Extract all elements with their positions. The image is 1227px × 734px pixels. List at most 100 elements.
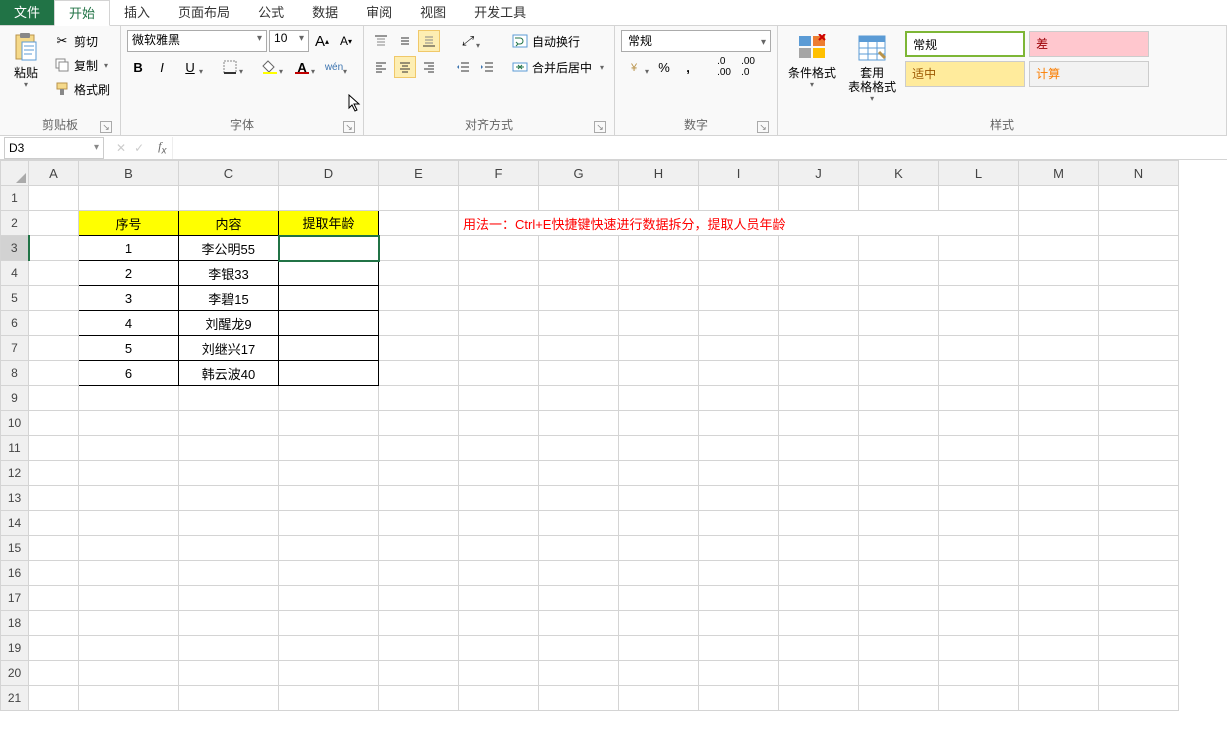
col-header-K[interactable]: K [859, 161, 939, 186]
cell-B5[interactable]: 3 [79, 286, 179, 311]
tab-file[interactable]: 文件 [0, 0, 54, 25]
orientation-button[interactable]: ⤢ [452, 30, 482, 52]
tab-layout[interactable]: 页面布局 [164, 0, 244, 25]
cell-D2[interactable]: 提取年龄 [279, 211, 379, 236]
row-header[interactable]: 20 [1, 661, 29, 686]
align-center-button[interactable] [394, 56, 416, 78]
cell-C4[interactable]: 李银33 [179, 261, 279, 286]
tab-data[interactable]: 数据 [298, 0, 352, 25]
align-right-button[interactable] [418, 56, 440, 78]
increase-font-button[interactable]: A▴ [311, 30, 333, 52]
tab-home[interactable]: 开始 [54, 0, 110, 26]
col-header-H[interactable]: H [619, 161, 699, 186]
row-header[interactable]: 21 [1, 686, 29, 711]
font-dialog-launcher[interactable]: ↘ [343, 121, 355, 133]
decrease-font-button[interactable]: A▾ [335, 30, 357, 52]
tab-view[interactable]: 视图 [406, 0, 460, 25]
decrease-decimal-button[interactable]: .00.0 [737, 56, 759, 78]
font-size-select[interactable]: 10 [269, 30, 309, 52]
row-header[interactable]: 3 [1, 236, 29, 261]
cut-button[interactable]: ✂ 剪切 [50, 30, 114, 52]
tab-insert[interactable]: 插入 [110, 0, 164, 25]
row-header[interactable]: 5 [1, 286, 29, 311]
cell-style-good[interactable]: 适中 [905, 61, 1025, 87]
cell-style-normal[interactable]: 常规 [905, 31, 1025, 57]
row-header[interactable]: 14 [1, 511, 29, 536]
border-button[interactable] [215, 56, 245, 78]
cell-C7[interactable]: 刘继兴17 [179, 336, 279, 361]
col-header-A[interactable]: A [29, 161, 79, 186]
row-header[interactable]: 11 [1, 436, 29, 461]
col-header-N[interactable]: N [1099, 161, 1179, 186]
align-dialog-launcher[interactable]: ↘ [594, 121, 606, 133]
format-as-table-button[interactable]: 套用 表格格式▾ [844, 30, 900, 105]
col-header-F[interactable]: F [459, 161, 539, 186]
select-all-corner[interactable] [1, 161, 29, 186]
align-top-button[interactable] [370, 30, 392, 52]
number-dialog-launcher[interactable]: ↘ [757, 121, 769, 133]
row-header[interactable]: 15 [1, 536, 29, 561]
cell-C6[interactable]: 刘醒龙9 [179, 311, 279, 336]
col-header-M[interactable]: M [1019, 161, 1099, 186]
formula-cancel-icon[interactable]: ✕ [116, 141, 126, 155]
worksheet-grid[interactable]: A B C D E F G H I J K L M N 1 2 序号 内容 提取… [0, 160, 1227, 734]
increase-indent-button[interactable] [476, 56, 498, 78]
cell-C3[interactable]: 李公明55 [179, 236, 279, 261]
row-header[interactable]: 6 [1, 311, 29, 336]
paste-button[interactable]: 粘贴 ▾ [6, 30, 46, 91]
italic-button[interactable]: I [151, 56, 173, 78]
clipboard-dialog-launcher[interactable]: ↘ [100, 121, 112, 133]
decrease-indent-button[interactable] [452, 56, 474, 78]
wrap-text-button[interactable]: 自动换行 [508, 30, 608, 52]
row-header[interactable]: 17 [1, 586, 29, 611]
col-header-G[interactable]: G [539, 161, 619, 186]
cell-B8[interactable]: 6 [79, 361, 179, 386]
cell-D8[interactable] [279, 361, 379, 386]
cell-style-calc[interactable]: 计算 [1029, 61, 1149, 87]
cell-B2[interactable]: 序号 [79, 211, 179, 236]
cell-D7[interactable] [279, 336, 379, 361]
cell-B4[interactable]: 2 [79, 261, 179, 286]
phonetic-button[interactable]: wén [319, 56, 349, 78]
cell-C5[interactable]: 李碧15 [179, 286, 279, 311]
name-box[interactable]: D3 [4, 137, 104, 159]
row-header[interactable]: 13 [1, 486, 29, 511]
row-header[interactable]: 1 [1, 186, 29, 211]
number-format-select[interactable]: 常规 [621, 30, 771, 52]
copy-button[interactable]: 复制▾ [50, 54, 114, 76]
row-header[interactable]: 2 [1, 211, 29, 236]
col-header-I[interactable]: I [699, 161, 779, 186]
row-header[interactable]: 4 [1, 261, 29, 286]
cell-note[interactable]: 用法一：Ctrl+E快捷键快速进行数据拆分，提取人员年龄 [459, 211, 1019, 236]
row-header[interactable]: 8 [1, 361, 29, 386]
row-header[interactable]: 18 [1, 611, 29, 636]
cell-D6[interactable] [279, 311, 379, 336]
col-header-J[interactable]: J [779, 161, 859, 186]
font-name-select[interactable]: 微软雅黑 [127, 30, 267, 52]
row-header[interactable]: 19 [1, 636, 29, 661]
cell-B3[interactable]: 1 [79, 236, 179, 261]
accounting-format-button[interactable]: ¥ [621, 56, 651, 78]
increase-decimal-button[interactable]: .0.00 [713, 56, 735, 78]
fx-icon[interactable]: fx [152, 139, 172, 156]
formula-input[interactable] [172, 137, 1227, 159]
row-header[interactable]: 16 [1, 561, 29, 586]
cell-C8[interactable]: 韩云波40 [179, 361, 279, 386]
cell-style-bad[interactable]: 差 [1029, 31, 1149, 57]
align-bottom-button[interactable] [418, 30, 440, 52]
align-left-button[interactable] [370, 56, 392, 78]
fill-color-button[interactable] [255, 56, 285, 78]
row-header[interactable]: 9 [1, 386, 29, 411]
conditional-format-button[interactable]: 条件格式▾ [784, 30, 840, 91]
cell-B7[interactable]: 5 [79, 336, 179, 361]
bold-button[interactable]: B [127, 56, 149, 78]
percent-button[interactable]: % [653, 56, 675, 78]
format-painter-button[interactable]: 格式刷 [50, 78, 114, 100]
col-header-E[interactable]: E [379, 161, 459, 186]
col-header-C[interactable]: C [179, 161, 279, 186]
font-color-button[interactable]: A [287, 56, 317, 78]
col-header-L[interactable]: L [939, 161, 1019, 186]
merge-center-button[interactable]: 合并后居中▾ [508, 56, 608, 78]
formula-enter-icon[interactable]: ✓ [134, 141, 144, 155]
cell-D5[interactable] [279, 286, 379, 311]
